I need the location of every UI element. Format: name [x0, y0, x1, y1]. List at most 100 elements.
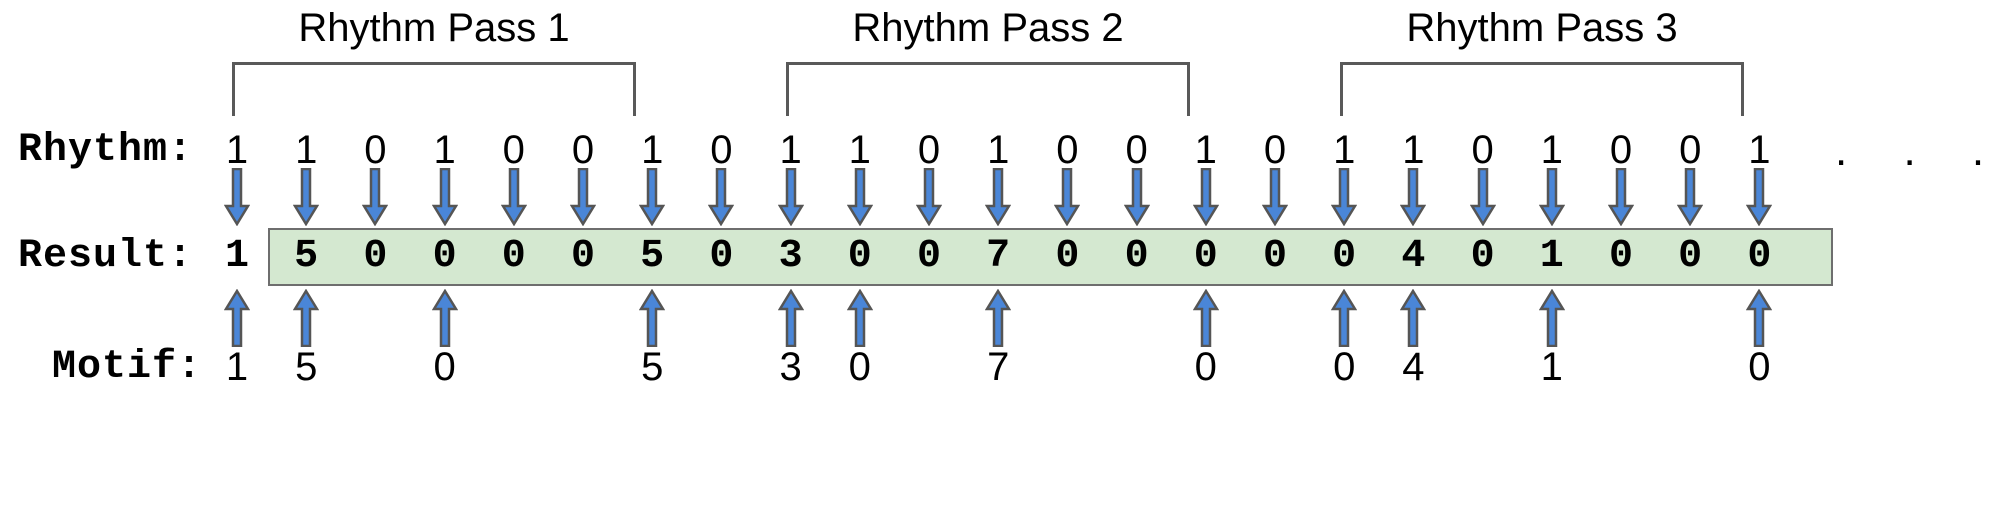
rhythm-cell: 1 [225, 128, 249, 172]
rhythm-to-result-arrow [1054, 168, 1081, 226]
result-cell: 0 [1055, 234, 1080, 279]
pass-bracket-2 [786, 62, 1190, 116]
rhythm-to-result-arrow [1123, 168, 1150, 226]
motif-to-result-arrow [1746, 289, 1773, 347]
rhythm-cell: 0 [571, 128, 595, 172]
rhythm-to-result-arrow [1469, 168, 1496, 226]
result-cell: 0 [363, 234, 388, 279]
result-cell: 0 [847, 234, 872, 279]
result-cell: 0 [1262, 234, 1287, 279]
rhythm-cell: 0 [917, 128, 941, 172]
motif-to-result-arrow [639, 289, 666, 347]
result-cell: 0 [1124, 234, 1149, 279]
rhythm-motif-diagram: Rhythm Pass 1 Rhythm Pass 2 Rhythm Pass … [0, 0, 1998, 524]
result-cell: 4 [1401, 234, 1426, 279]
motif-cell: 7 [987, 345, 1010, 389]
result-cell: 5 [294, 234, 319, 279]
rhythm-to-result-arrow [985, 168, 1012, 226]
rhythm-to-result-arrow [431, 168, 458, 226]
rhythm-cell: 0 [1125, 128, 1148, 172]
result-cell: 3 [778, 234, 803, 279]
rhythm-to-result-arrow [1538, 168, 1565, 226]
rhythm-to-result-arrow [293, 168, 320, 226]
result-cell: 0 [570, 234, 595, 279]
rhythm-cell: 1 [295, 128, 318, 172]
result-cell: 0 [709, 234, 734, 279]
rhythm-to-result-arrow [916, 168, 942, 226]
motif-to-result-arrow [224, 289, 250, 347]
motif-to-result-arrow [777, 289, 804, 347]
result-cell: 0 [1470, 234, 1495, 279]
rhythm-cell: 0 [710, 128, 733, 172]
result-cell: 5 [640, 234, 665, 279]
motif-cell: 0 [1333, 345, 1356, 389]
rhythm-cell: 1 [1402, 128, 1425, 172]
result-cell: 7 [986, 234, 1011, 279]
rhythm-to-result-arrow [1677, 168, 1704, 226]
result-cell: 0 [1608, 234, 1633, 279]
motif-row-label: Motif: [52, 345, 203, 390]
rhythm-cell: 1 [779, 128, 802, 172]
rhythm-cell: 0 [502, 128, 525, 172]
motif-to-result-arrow [431, 289, 458, 347]
rhythm-to-result-arrow [708, 168, 735, 226]
result-cell: 0 [432, 234, 457, 279]
rhythm-cell: 1 [987, 128, 1010, 172]
result-row-label: Result: [18, 234, 194, 279]
motif-cell: 0 [1194, 345, 1217, 389]
rhythm-cell: 0 [1263, 128, 1287, 172]
pass-label-1: Rhythm Pass 1 [298, 6, 570, 50]
rhythm-cell: 0 [1609, 128, 1633, 172]
result-cell: 1 [1539, 234, 1564, 279]
rhythm-cell: 0 [1679, 128, 1702, 172]
rhythm-cell: 1 [1748, 128, 1771, 172]
rhythm-cell: 1 [1333, 128, 1356, 172]
motif-to-result-arrow [1538, 289, 1565, 347]
rhythm-continuation-ellipsis: . . . [1835, 126, 1998, 175]
rhythm-to-result-arrow [846, 168, 873, 226]
rhythm-cell: 1 [1540, 128, 1563, 172]
motif-to-result-arrow [846, 289, 873, 347]
motif-cell: 0 [433, 345, 456, 389]
result-cell: 0 [1332, 234, 1357, 279]
result-cell: 0 [1678, 234, 1703, 279]
pass-bracket-3 [1340, 62, 1744, 116]
rhythm-to-result-arrow [1192, 168, 1219, 226]
rhythm-to-result-arrow [362, 168, 389, 226]
rhythm-cell: 1 [1194, 128, 1217, 172]
pass-bracket-1 [232, 62, 636, 116]
rhythm-to-result-arrow [570, 168, 596, 226]
rhythm-row-label: Rhythm: [18, 128, 194, 173]
result-cell: 0 [1193, 234, 1218, 279]
rhythm-to-result-arrow [1608, 168, 1634, 226]
motif-cell: 1 [225, 345, 249, 389]
motif-cell: 4 [1402, 345, 1425, 389]
result-cell: 1 [224, 234, 249, 279]
rhythm-cell: 0 [364, 128, 387, 172]
motif-cell: 3 [779, 345, 802, 389]
rhythm-to-result-arrow [1331, 168, 1358, 226]
motif-cell: 0 [1748, 345, 1771, 389]
pass-label-2: Rhythm Pass 2 [852, 6, 1124, 50]
rhythm-cell: 1 [433, 128, 456, 172]
motif-cell: 0 [848, 345, 871, 389]
rhythm-to-result-arrow [224, 168, 250, 226]
rhythm-to-result-arrow [1400, 168, 1427, 226]
motif-to-result-arrow [1331, 289, 1358, 347]
pass-label-3: Rhythm Pass 3 [1406, 6, 1678, 50]
rhythm-to-result-arrow [1262, 168, 1288, 226]
rhythm-to-result-arrow [777, 168, 804, 226]
motif-cell: 5 [295, 345, 318, 389]
motif-to-result-arrow [293, 289, 320, 347]
result-cell: 0 [916, 234, 941, 279]
rhythm-to-result-arrow [1746, 168, 1773, 226]
rhythm-cell: 0 [1471, 128, 1494, 172]
result-cell: 0 [1747, 234, 1772, 279]
rhythm-to-result-arrow [639, 168, 666, 226]
rhythm-to-result-arrow [500, 168, 527, 226]
rhythm-cell: 1 [848, 128, 871, 172]
motif-to-result-arrow [1400, 289, 1427, 347]
result-cell: 0 [501, 234, 526, 279]
motif-to-result-arrow [1192, 289, 1219, 347]
motif-cell: 1 [1540, 345, 1563, 389]
